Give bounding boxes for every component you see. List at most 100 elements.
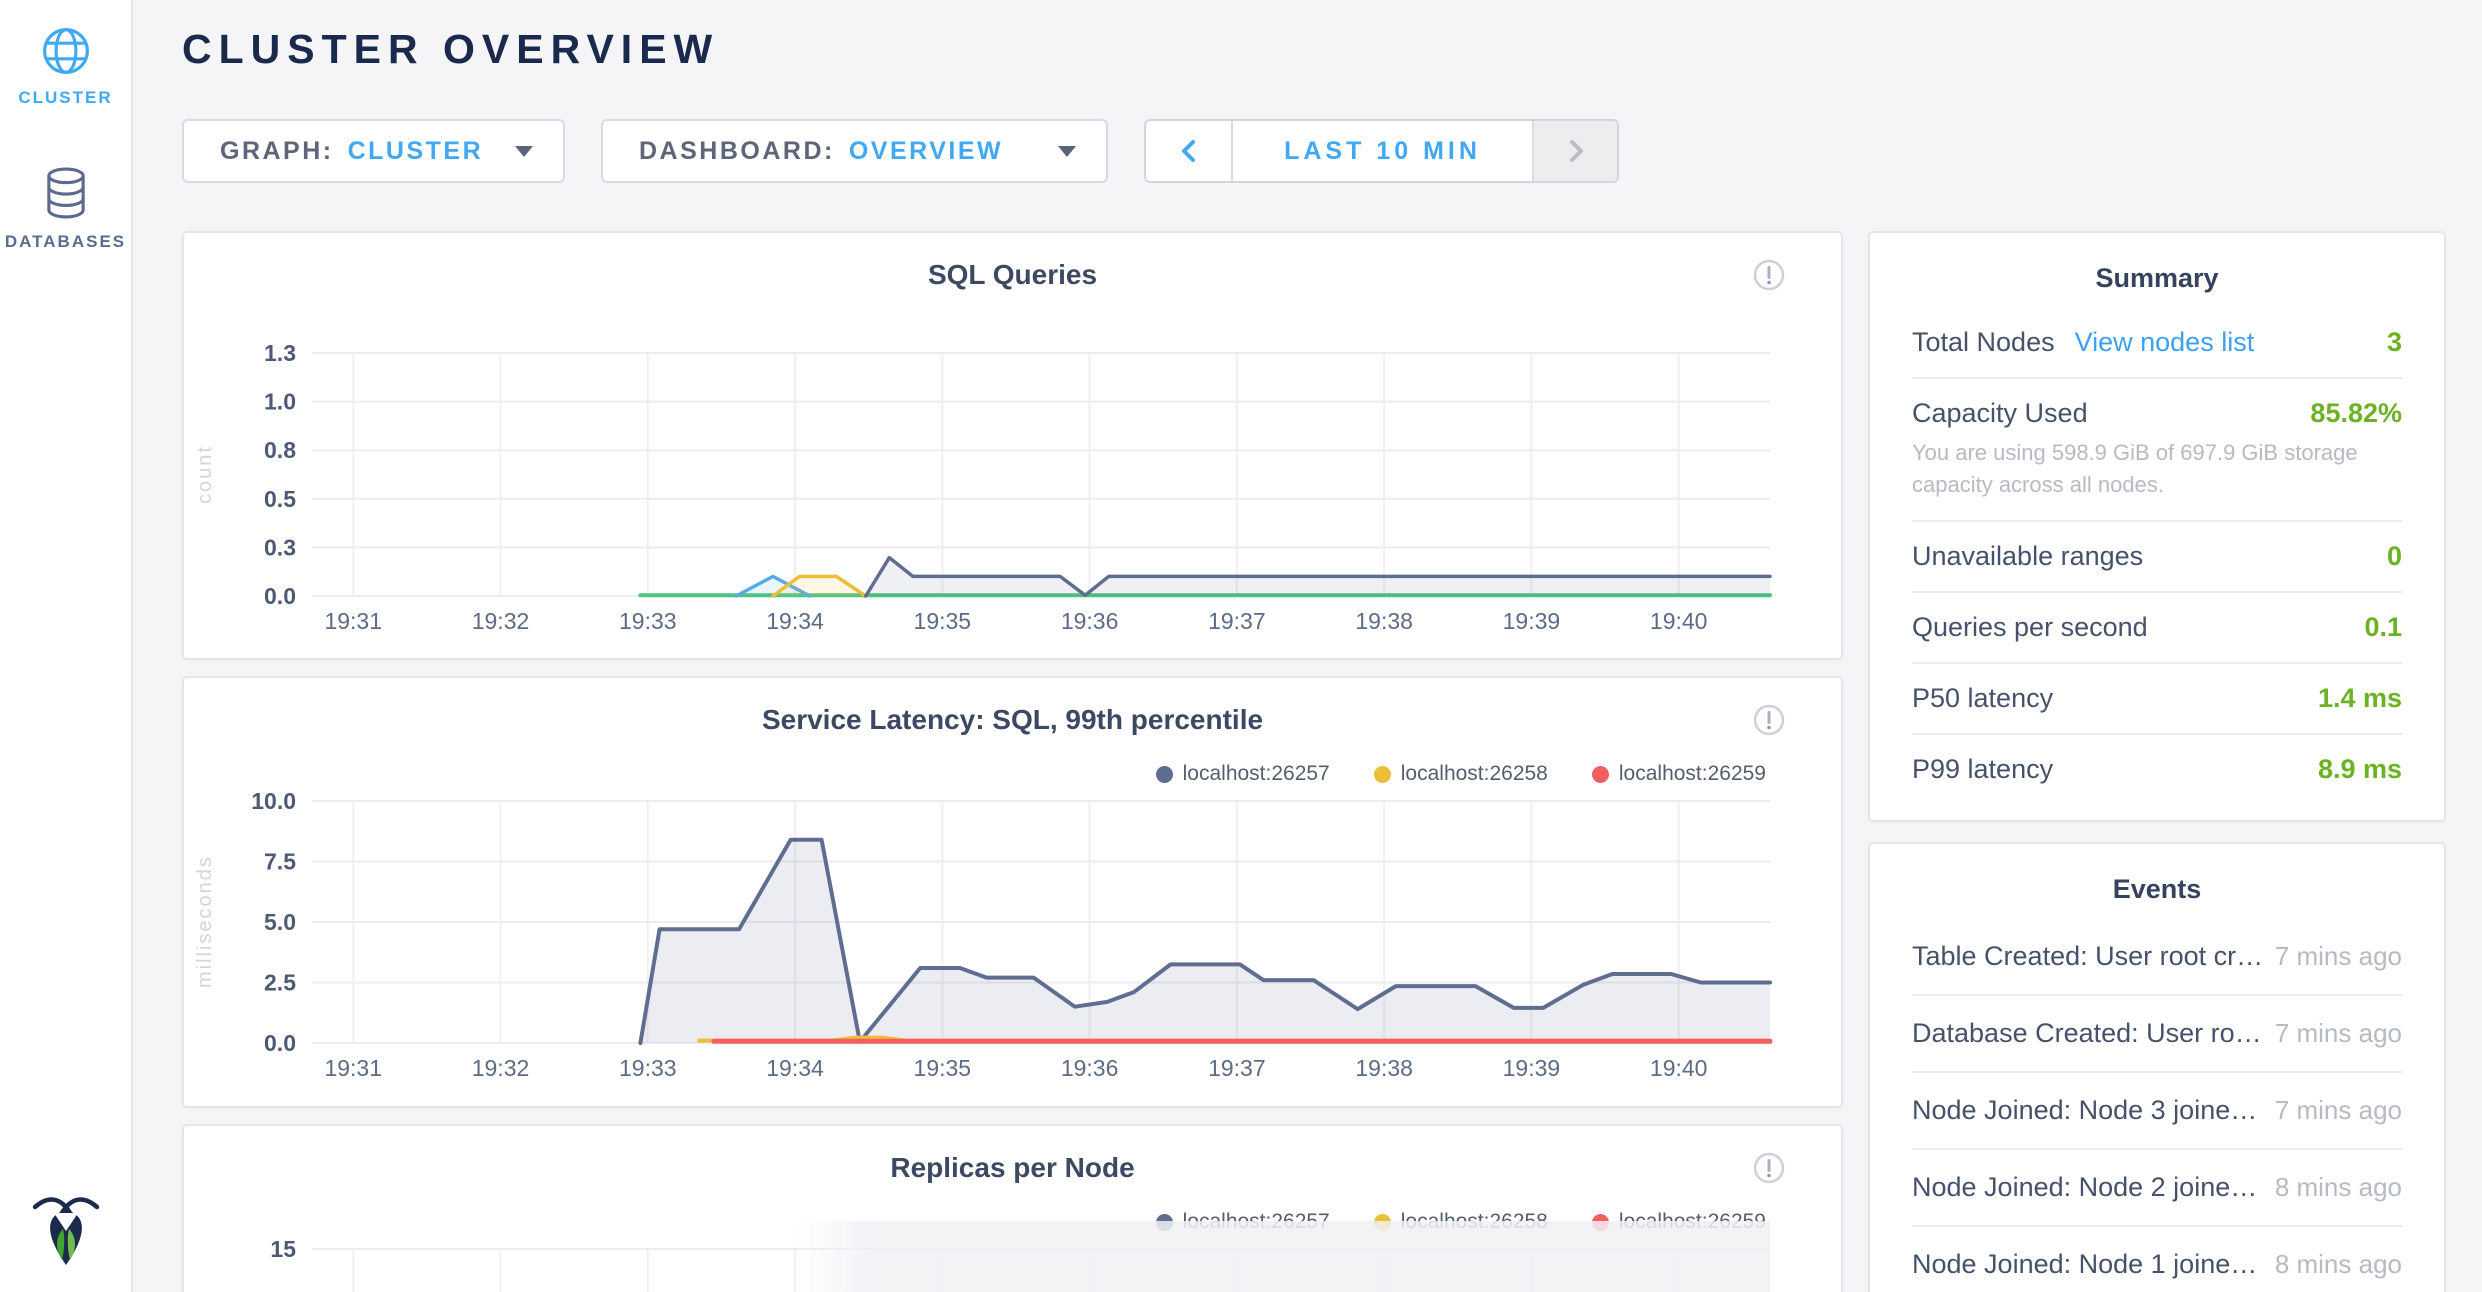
x-axis-tick-label: 19:32 (472, 1055, 530, 1081)
x-axis-tick-label: 19:34 (766, 1055, 824, 1081)
event-text: Node Joined: Node 3 joined... (1912, 1095, 2264, 1126)
chart-canvas: 19:31 19:32 19:33 19:34 19:35 19:36 19:37 19:38… (184, 233, 1843, 660)
x-axis-tick-label: 19:37 (1208, 608, 1266, 634)
y-axis-tick-label: 10.0 (251, 788, 296, 814)
x-axis-tick-label: 19:38 (1355, 608, 1413, 634)
summary-row-subtext: You are using 598.9 GiB of 697.9 GiB sto… (1912, 437, 2402, 501)
summary-row-label: Total Nodes (1912, 327, 2055, 358)
summary-row-label: P50 latency (1912, 683, 2053, 714)
database-icon (42, 166, 90, 220)
x-axis-tick-label: 19:36 (1061, 608, 1119, 634)
sql-queries-chart-card: SQL Queries count19:3119:3219:3319:3419:… (182, 231, 1843, 660)
y-axis-tick-label: 5.0 (264, 909, 296, 935)
event-row: Table Created: User root cre... 7 mins ag… (1912, 919, 2402, 996)
summary-row-label: Queries per second (1912, 612, 2148, 643)
dashboard-dropdown-value: OVERVIEW (849, 137, 1003, 166)
event-time: 7 mins ago (2275, 1018, 2402, 1049)
sidebar: CLUSTER DATABASES (0, 0, 133, 1292)
event-text: Table Created: User root cre... (1912, 941, 2264, 972)
chart-canvas: 19:3119:3219:3319:3419:3519:3619:3719:38… (184, 678, 1843, 1108)
summary-row-value: 0 (2387, 541, 2402, 572)
graph-dropdown-value: CLUSTER (348, 137, 484, 166)
summary-row: Total Nodes View nodes list 3 (1912, 308, 2402, 379)
event-row: Node Joined: Node 1 joined... 8 mins ago (1912, 1227, 2402, 1292)
dashboard-dropdown-label: DASHBOARD: (639, 137, 835, 166)
event-time: 8 mins ago (2275, 1249, 2402, 1280)
events-panel-title: Events (1912, 874, 2402, 905)
replicas-per-node-chart-card: Replicas per Node localhost:26257localho… (182, 1124, 1843, 1292)
summary-row-value: 0.1 (2364, 612, 2402, 643)
summary-row: Unavailable ranges 0 (1912, 522, 2402, 593)
summary-row: P50 latency 1.4 ms (1912, 664, 2402, 735)
event-rows: Table Created: User root cre... 7 mins ag… (1912, 919, 2402, 1292)
time-prev-button[interactable] (1146, 121, 1233, 181)
chevron-left-icon (1176, 134, 1202, 168)
summary-row-value: 3 (2387, 327, 2402, 358)
replicas-area-fill (795, 1221, 1770, 1292)
summary-row: P99 latency 8.9 ms (1912, 735, 2402, 804)
summary-panel-title: Summary (1912, 263, 2402, 294)
cluster-overview-page: CLUSTER DATABASES (0, 0, 2482, 1292)
event-time: 8 mins ago (2275, 1172, 2402, 1203)
page-title: CLUSTER OVERVIEW (182, 26, 719, 73)
x-axis-tick-label: 19:32 (472, 608, 530, 634)
y-axis-tick-label: 0.5 (264, 486, 296, 512)
summary-row-value: 1.4 ms (2318, 683, 2402, 714)
y-axis-tick-label: 7.5 (264, 849, 296, 875)
event-time: 7 mins ago (2275, 1095, 2402, 1126)
x-axis-tick-label: 19:31 (324, 608, 382, 634)
x-axis-tick-label: 19:39 (1503, 1055, 1561, 1081)
y-axis-tick-label: 0.8 (264, 437, 296, 463)
summary-row-label: Capacity Used (1912, 398, 2088, 429)
event-text: Node Joined: Node 2 joined... (1912, 1172, 2264, 1203)
cockroachdb-logo-icon[interactable] (0, 1190, 131, 1268)
time-next-button[interactable] (1532, 121, 1617, 181)
summary-row: Capacity Used 85.82% You are using 598.9 G… (1912, 379, 2402, 522)
time-range-button[interactable]: LAST 10 MIN (1233, 121, 1532, 181)
summary-row-label: Unavailable ranges (1912, 541, 2143, 572)
x-axis-tick-label: 19:33 (619, 608, 677, 634)
graph-dropdown-label: GRAPH: (220, 137, 334, 166)
x-axis-tick-label: 19:31 (324, 1055, 382, 1081)
y-axis-tick-label: 1.0 (264, 389, 296, 415)
y-axis-tick-label: 0.0 (264, 583, 296, 609)
event-row: Database Created: User roo... 7 mins ago (1912, 996, 2402, 1073)
x-axis-tick-label: 19:35 (914, 608, 972, 634)
x-axis-tick-label: 19:36 (1061, 1055, 1119, 1081)
summary-row-label: P99 latency (1912, 754, 2053, 785)
toolbar: GRAPH: CLUSTER DASHBOARD: OVERVIEW LAST … (182, 119, 1619, 183)
x-axis-tick-label: 19:38 (1355, 1055, 1413, 1081)
sidebar-item-label: CLUSTER (18, 88, 112, 108)
chevron-down-icon (515, 146, 533, 157)
service-latency-chart-card: Service Latency: SQL, 99th percentile lo… (182, 676, 1843, 1108)
x-axis-tick-label: 19:34 (766, 608, 824, 634)
globe-icon (41, 26, 91, 76)
event-text: Database Created: User roo... (1912, 1018, 2264, 1049)
summary-row-value: 85.82% (2310, 398, 2402, 429)
event-row: Node Joined: Node 2 joined... 8 mins ago (1912, 1150, 2402, 1227)
x-axis-tick-label: 19:35 (914, 1055, 972, 1081)
localhost:26257-series-area (640, 840, 1770, 1043)
y-axis-tick-label: 1.3 (264, 340, 296, 366)
graph-dropdown[interactable]: GRAPH: CLUSTER (182, 119, 565, 183)
x-axis-tick-label: 19:40 (1650, 1055, 1708, 1081)
chart-canvas: 19:3119:3219:3319:3419:3519:3619:3719:38… (184, 1126, 1843, 1292)
x-axis-tick-label: 19:40 (1650, 608, 1708, 634)
sidebar-item-databases[interactable]: DATABASES (0, 108, 131, 252)
time-range-selector: LAST 10 MIN (1144, 119, 1619, 183)
summary-row-value: 8.9 ms (2318, 754, 2402, 785)
x-axis-tick-label: 19:39 (1503, 608, 1561, 634)
event-text: Node Joined: Node 1 joined... (1912, 1249, 2264, 1280)
x-axis-tick-label: 19:33 (619, 1055, 677, 1081)
chevron-right-icon (1563, 134, 1589, 168)
summary-row: Queries per second 0.1 (1912, 593, 2402, 664)
view-nodes-list-link[interactable]: View nodes list (2075, 327, 2255, 358)
chevron-down-icon (1058, 146, 1076, 157)
summary-panel: Summary Total Nodes View nodes list 3 Capac… (1868, 231, 2446, 822)
sidebar-item-label: DATABASES (5, 232, 126, 252)
dashboard-dropdown[interactable]: DASHBOARD: OVERVIEW (601, 119, 1108, 183)
event-time: 7 mins ago (2275, 941, 2402, 972)
event-row: Node Joined: Node 3 joined... 7 mins ago (1912, 1073, 2402, 1150)
sidebar-item-cluster[interactable]: CLUSTER (0, 0, 131, 108)
events-panel: Events Table Created: User root cre... 7 … (1868, 842, 2446, 1292)
